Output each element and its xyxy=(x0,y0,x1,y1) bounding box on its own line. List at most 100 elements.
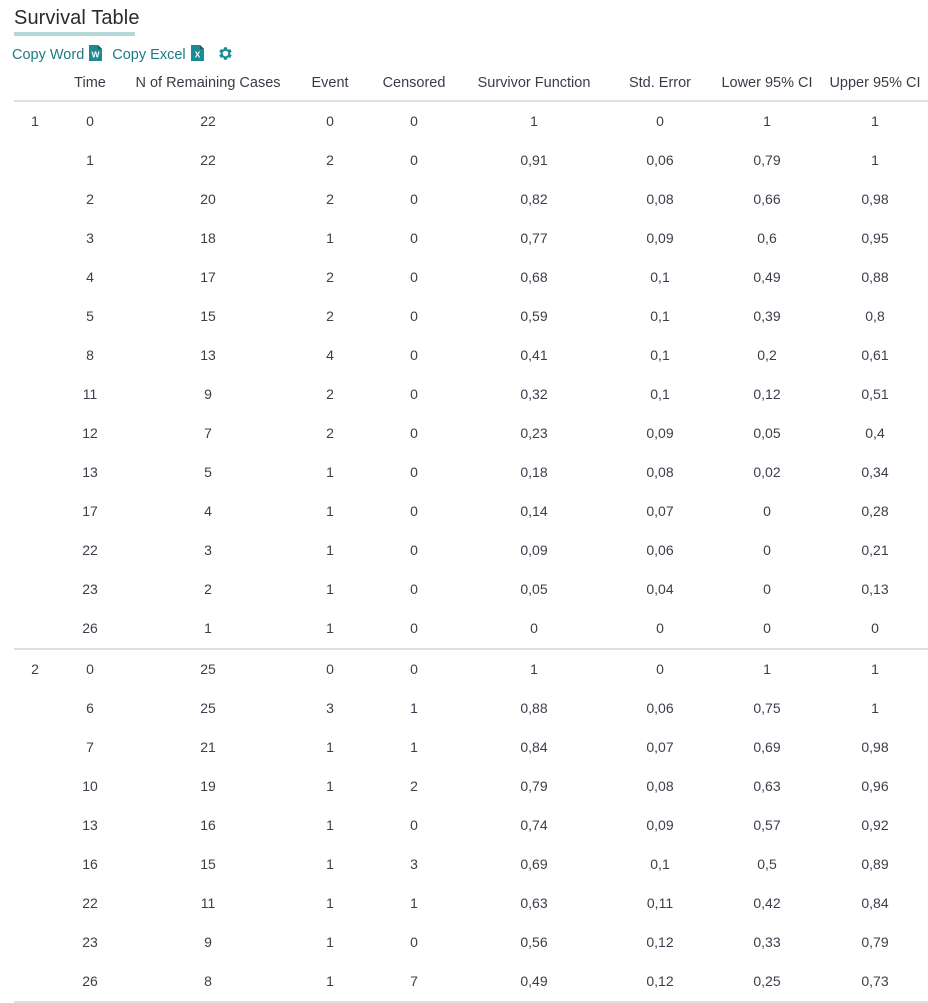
cell-event: 1 xyxy=(326,230,334,246)
cell-std-error: 0,12 xyxy=(646,934,674,950)
cell-lower-ci: 0,75 xyxy=(753,700,781,716)
table-row[interactable]: 2 20 2 0 0,82 0,08 0,66 0,98 xyxy=(14,180,928,219)
cell-censored: 0 xyxy=(410,620,418,636)
table-row[interactable]: 23 9 1 0 0,56 0,12 0,33 0,79 xyxy=(14,923,928,962)
table-row[interactable]: 1 0 22 0 0 1 0 1 1 xyxy=(14,101,928,141)
group-index-cell: 1 xyxy=(31,113,39,129)
cell-time: 26 xyxy=(82,620,98,636)
cell-censored: 0 xyxy=(410,347,418,363)
table-row[interactable]: 2 0 25 0 0 1 0 1 1 xyxy=(14,649,928,689)
cell-lower-ci: 1 xyxy=(763,661,771,677)
cell-censored: 3 xyxy=(410,856,418,872)
group-index-cell xyxy=(14,453,56,492)
column-header-group[interactable] xyxy=(14,75,56,101)
cell-censored: 0 xyxy=(410,581,418,597)
cell-event: 1 xyxy=(326,581,334,597)
cell-lower-ci: 0,6 xyxy=(757,230,777,246)
cell-survivor-function: 1 xyxy=(530,661,538,677)
cell-std-error: 0,06 xyxy=(646,542,674,558)
cell-std-error: 0,08 xyxy=(646,778,674,794)
cell-remaining-cases: 2 xyxy=(204,581,212,597)
cell-censored: 0 xyxy=(410,934,418,950)
cell-std-error: 0 xyxy=(656,113,664,129)
group-index-cell xyxy=(14,767,56,806)
column-header-upper-ci[interactable]: Upper 95% CI xyxy=(822,75,928,101)
cell-std-error: 0,07 xyxy=(646,739,674,755)
column-header-censored[interactable]: Censored xyxy=(368,75,460,101)
table-row[interactable]: 22 3 1 0 0,09 0,06 0 0,21 xyxy=(14,531,928,570)
table-row[interactable]: 8 13 4 0 0,41 0,1 0,2 0,61 xyxy=(14,336,928,375)
table-row[interactable]: 13 5 1 0 0,18 0,08 0,02 0,34 xyxy=(14,453,928,492)
cell-std-error: 0,1 xyxy=(650,347,670,363)
cell-upper-ci: 0,4 xyxy=(865,425,885,441)
settings-button[interactable] xyxy=(218,46,233,64)
group-index-cell xyxy=(14,728,56,767)
column-header-survivor-function[interactable]: Survivor Function xyxy=(460,75,608,101)
cell-upper-ci: 0,89 xyxy=(861,856,889,872)
table-row[interactable]: 12 7 2 0 0,23 0,09 0,05 0,4 xyxy=(14,414,928,453)
cell-remaining-cases: 11 xyxy=(200,895,216,911)
table-row[interactable]: 11 9 2 0 0,32 0,1 0,12 0,51 xyxy=(14,375,928,414)
cell-event: 1 xyxy=(326,778,334,794)
cell-remaining-cases: 25 xyxy=(200,661,216,677)
table-row[interactable]: 17 4 1 0 0,14 0,07 0 0,28 xyxy=(14,492,928,531)
cell-upper-ci: 1 xyxy=(871,661,879,677)
cell-time: 7 xyxy=(86,739,94,755)
cell-upper-ci: 0,34 xyxy=(861,464,889,480)
cell-event: 4 xyxy=(326,347,334,363)
table-row[interactable]: 5 15 2 0 0,59 0,1 0,39 0,8 xyxy=(14,297,928,336)
table-row[interactable]: 26 8 1 7 0,49 0,12 0,25 0,73 xyxy=(14,962,928,1002)
table-row[interactable]: 16 15 1 3 0,69 0,1 0,5 0,89 xyxy=(14,845,928,884)
cell-lower-ci: 0,02 xyxy=(753,464,781,480)
copy-word-button[interactable]: Copy Word W xyxy=(12,45,103,65)
table-row[interactable]: 26 1 1 0 0 0 0 0 xyxy=(14,609,928,649)
cell-remaining-cases: 22 xyxy=(200,152,216,168)
cell-remaining-cases: 21 xyxy=(200,739,216,755)
export-toolbar: Copy Word W Copy Excel X xyxy=(0,36,928,65)
cell-censored: 2 xyxy=(410,778,418,794)
table-row[interactable]: 13 16 1 0 0,74 0,09 0,57 0,92 xyxy=(14,806,928,845)
cell-lower-ci: 0,25 xyxy=(753,973,781,989)
cell-remaining-cases: 9 xyxy=(204,934,212,950)
cell-censored: 0 xyxy=(410,817,418,833)
cell-event: 0 xyxy=(326,661,334,677)
cell-survivor-function: 0,09 xyxy=(520,542,548,558)
table-row[interactable]: 6 25 3 1 0,88 0,06 0,75 1 xyxy=(14,689,928,728)
svg-text:W: W xyxy=(92,50,101,60)
column-header-remaining-cases[interactable]: N of Remaining Cases xyxy=(124,75,292,101)
cell-upper-ci: 0,79 xyxy=(861,934,889,950)
table-row[interactable]: 1 22 2 0 0,91 0,06 0,79 1 xyxy=(14,141,928,180)
cell-event: 1 xyxy=(326,895,334,911)
group-index-cell xyxy=(14,414,56,453)
cell-time: 1 xyxy=(86,152,94,168)
cell-survivor-function: 0,82 xyxy=(520,191,548,207)
cell-time: 12 xyxy=(82,425,98,441)
cell-std-error: 0,08 xyxy=(646,191,674,207)
table-row[interactable]: 7 21 1 1 0,84 0,07 0,69 0,98 xyxy=(14,728,928,767)
table-row[interactable]: 23 2 1 0 0,05 0,04 0 0,13 xyxy=(14,570,928,609)
cell-upper-ci: 0,95 xyxy=(861,230,889,246)
cell-remaining-cases: 1 xyxy=(204,620,212,636)
cell-time: 10 xyxy=(82,778,98,794)
cell-survivor-function: 0,79 xyxy=(520,778,548,794)
group-index-cell xyxy=(14,375,56,414)
cell-time: 4 xyxy=(86,269,94,285)
table-row[interactable]: 10 19 1 2 0,79 0,08 0,63 0,96 xyxy=(14,767,928,806)
table-row[interactable]: 4 17 2 0 0,68 0,1 0,49 0,88 xyxy=(14,258,928,297)
column-header-lower-ci[interactable]: Lower 95% CI xyxy=(712,75,822,101)
column-header-std-error[interactable]: Std. Error xyxy=(608,75,712,101)
cell-remaining-cases: 15 xyxy=(200,308,216,324)
table-row[interactable]: 3 18 1 0 0,77 0,09 0,6 0,95 xyxy=(14,219,928,258)
cell-censored: 0 xyxy=(410,230,418,246)
cell-lower-ci: 0,57 xyxy=(753,817,781,833)
cell-censored: 0 xyxy=(410,503,418,519)
group-index-cell xyxy=(14,845,56,884)
cell-upper-ci: 0,84 xyxy=(861,895,889,911)
table-row[interactable]: 22 11 1 1 0,63 0,11 0,42 0,84 xyxy=(14,884,928,923)
cell-remaining-cases: 9 xyxy=(204,386,212,402)
column-header-time[interactable]: Time xyxy=(56,75,124,101)
survival-table: Time N of Remaining Cases Event Censored… xyxy=(14,75,928,1003)
column-header-event[interactable]: Event xyxy=(292,75,368,101)
cell-survivor-function: 0,68 xyxy=(520,269,548,285)
copy-excel-button[interactable]: Copy Excel X xyxy=(112,45,204,65)
